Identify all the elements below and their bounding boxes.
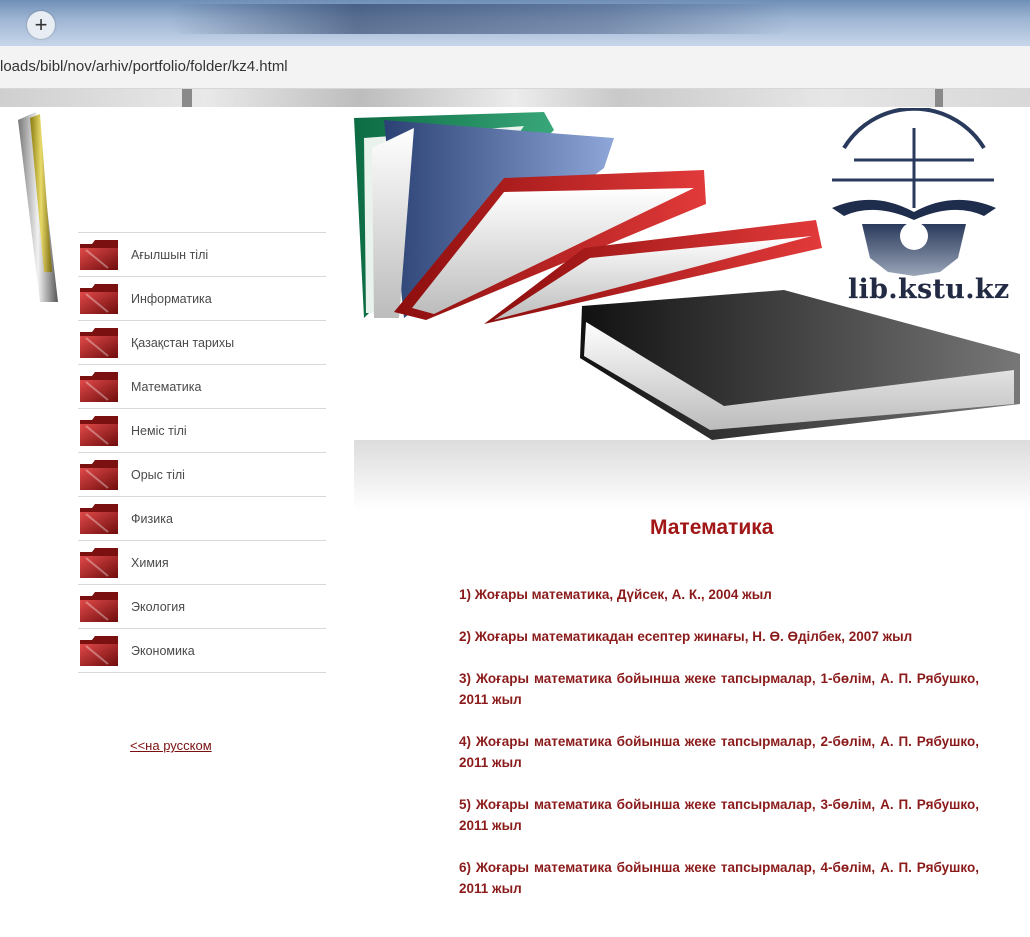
page-title: Математика bbox=[650, 516, 774, 539]
sidebar-item[interactable]: Информатика bbox=[78, 276, 326, 320]
sidebar-item-label: Экономика bbox=[131, 643, 195, 658]
sidebar-item-label: Информатика bbox=[131, 291, 212, 306]
folder-icon bbox=[80, 635, 118, 666]
book-entry[interactable]: 6) Жоғары математика бойынша жеке тапсыр… bbox=[459, 857, 979, 899]
folder-icon bbox=[80, 591, 118, 622]
folder-icon bbox=[80, 503, 118, 534]
sidebar-item-label: Ағылшын тілі bbox=[131, 247, 209, 262]
book-spine-decoration bbox=[18, 112, 58, 302]
folder-icon bbox=[80, 283, 118, 314]
folder-icon bbox=[80, 327, 118, 358]
sidebar-item-label: Қазақстан тарихы bbox=[131, 335, 235, 350]
sidebar-item[interactable]: Ағылшын тілі bbox=[78, 232, 326, 276]
sidebar-item-label: Орыс тілі bbox=[131, 467, 185, 482]
sidebar-menu: Ағылшын тілі Информатика Қазақстан тарихы М… bbox=[78, 232, 326, 673]
book-list: 1) Жоғары математика, Дүйсек, А. К., 200… bbox=[459, 584, 979, 920]
header-stripe-mark bbox=[935, 89, 943, 107]
sidebar-item-label: Неміс тілі bbox=[131, 423, 187, 438]
sidebar-item-label: Экология bbox=[131, 599, 185, 614]
sidebar-item[interactable]: Физика bbox=[78, 496, 326, 540]
sidebar-item[interactable]: Экономика bbox=[78, 628, 326, 673]
header-stripe-mark bbox=[182, 89, 192, 107]
sidebar-item[interactable]: Қазақстан тарихы bbox=[78, 320, 326, 364]
folder-icon bbox=[80, 371, 118, 402]
browser-tab-bar: + bbox=[0, 0, 1030, 46]
new-tab-button[interactable]: + bbox=[27, 11, 55, 39]
book-entry[interactable]: 3) Жоғары математика бойынша жеке тапсыр… bbox=[459, 668, 979, 710]
folder-icon bbox=[80, 239, 118, 270]
sidebar-item-label: Физика bbox=[131, 511, 173, 526]
header-stripe bbox=[0, 89, 1030, 107]
book-entry[interactable]: 2) Жоғары математикадан есептер жинағы, … bbox=[459, 626, 979, 647]
sidebar-item[interactable]: Математика bbox=[78, 364, 326, 408]
sidebar-item[interactable]: Экология bbox=[78, 584, 326, 628]
book-entry[interactable]: 5) Жоғары математика бойынша жеке тапсыр… bbox=[459, 794, 979, 836]
folder-icon bbox=[80, 415, 118, 446]
site-logo-text[interactable]: lib.kstu.kz bbox=[848, 274, 1010, 305]
sidebar-item[interactable]: Неміс тілі bbox=[78, 408, 326, 452]
active-tab[interactable] bbox=[170, 4, 790, 34]
banner-fade bbox=[354, 440, 1030, 510]
sidebar-item[interactable]: Химия bbox=[78, 540, 326, 584]
russian-version-link[interactable]: <<на русском bbox=[130, 738, 212, 753]
sidebar-item[interactable]: Орыс тілі bbox=[78, 452, 326, 496]
folder-icon bbox=[80, 459, 118, 490]
book-entry[interactable]: 1) Жоғары математика, Дүйсек, А. К., 200… bbox=[459, 584, 979, 605]
address-bar[interactable]: loads/bibl/nov/arhiv/portfolio/folder/kz… bbox=[0, 46, 1030, 89]
folder-icon bbox=[80, 547, 118, 578]
sidebar-item-label: Математика bbox=[131, 379, 202, 394]
url-text[interactable]: loads/bibl/nov/arhiv/portfolio/folder/kz… bbox=[0, 58, 288, 75]
sidebar-item-label: Химия bbox=[131, 555, 169, 570]
book-entry[interactable]: 4) Жоғары математика бойынша жеке тапсыр… bbox=[459, 731, 979, 773]
